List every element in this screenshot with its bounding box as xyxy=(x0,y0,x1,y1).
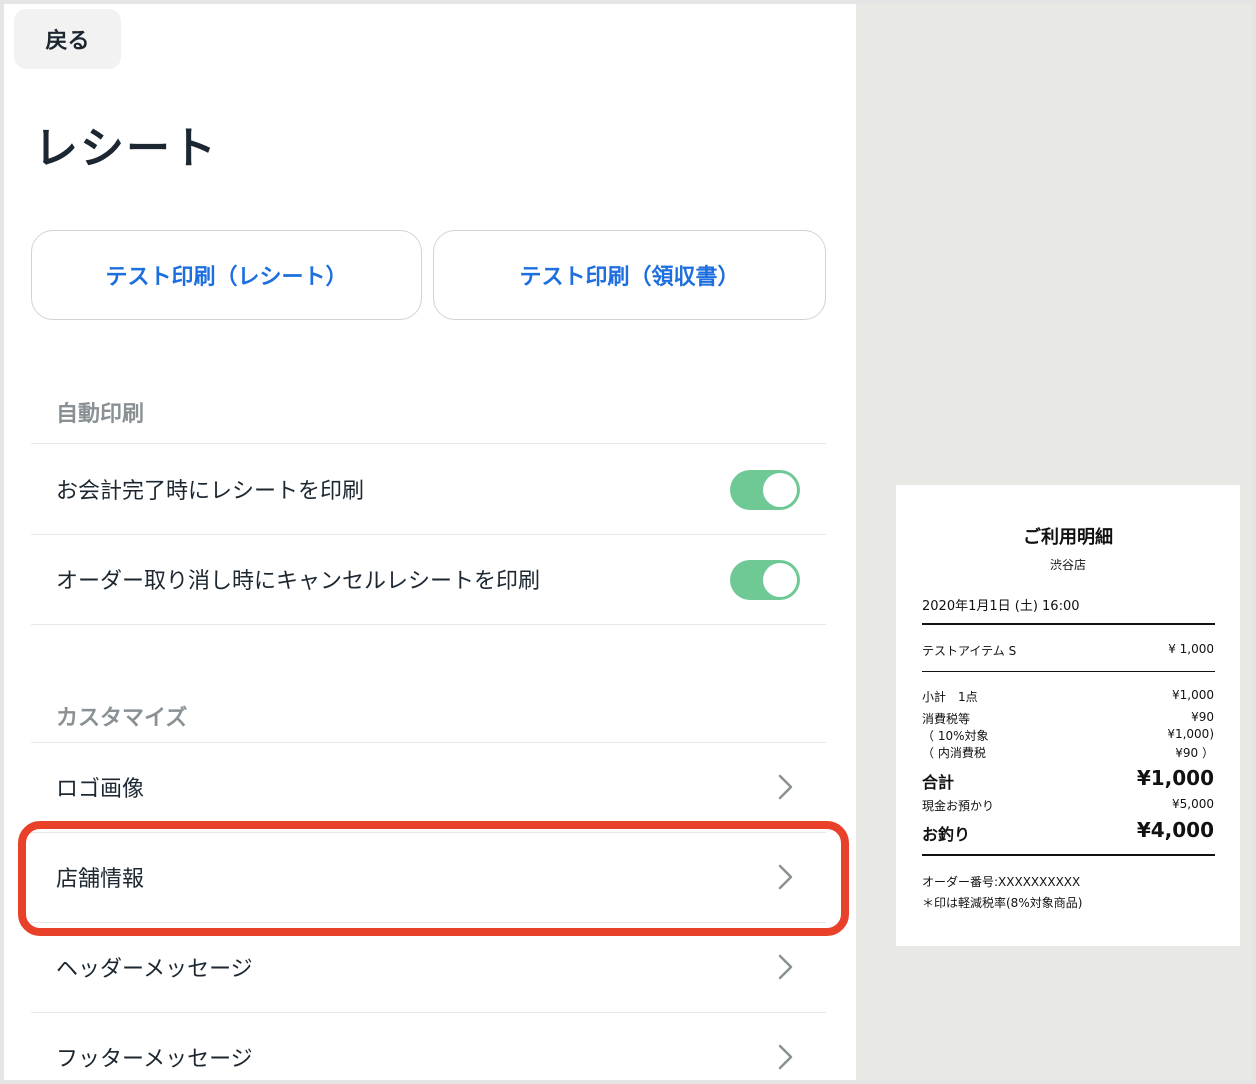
row-label: ヘッダーメッセージ xyxy=(56,957,253,982)
auto-print-row-cancel[interactable]: オーダー取り消し時にキャンセルレシートを印刷 xyxy=(31,535,826,623)
customize-row-header-message[interactable]: ヘッダーメッセージ xyxy=(31,923,826,1011)
receipt-order-number: オーダー番号:XXXXXXXXXX xyxy=(922,875,1081,889)
row-label: 店舗情報 xyxy=(56,867,145,892)
chevron-right-icon xyxy=(778,954,793,980)
receipt-rule xyxy=(922,623,1215,625)
row-label: フッターメッセージ xyxy=(56,1047,253,1072)
receipt-note: ＊印は軽減税率(8%対象商品) xyxy=(922,896,1083,910)
receipt-tax-label: 消費税等 xyxy=(922,712,971,726)
receipt-shop-name: 渋谷店 xyxy=(1049,558,1086,572)
chevron-right-icon xyxy=(778,1044,793,1070)
cancel-print-toggle[interactable] xyxy=(730,560,800,600)
divider xyxy=(31,443,826,444)
receipt-title: ご利用明細 xyxy=(1023,527,1113,548)
receipt-total-value: ¥1,000 xyxy=(1136,766,1214,790)
row-label: お会計完了時にレシートを印刷 xyxy=(56,479,365,504)
checkout-print-toggle[interactable] xyxy=(730,470,800,510)
customize-row-footer-message[interactable]: フッターメッセージ xyxy=(31,1013,826,1080)
section-header-customize: カスタマイズ xyxy=(56,706,188,731)
receipt-item-name: テストアイテム S xyxy=(922,644,1017,658)
receipt-change-label: お釣り xyxy=(922,825,971,844)
receipt-tax-inner-label: （ 内消費税 xyxy=(922,746,986,760)
receipt-tax-target-value: ¥1,000) xyxy=(1167,727,1214,741)
receipt-rule xyxy=(922,854,1215,856)
receipt-item-price: ¥ 1,000 xyxy=(1168,642,1214,656)
receipt-total-label: 合計 xyxy=(922,773,955,792)
row-label: ロゴ画像 xyxy=(56,777,145,802)
section-header-auto-print: 自動印刷 xyxy=(56,402,145,427)
toggle-knob xyxy=(763,473,797,507)
receipt-tax-target-label: （ 10%対象 xyxy=(922,729,989,743)
row-label: オーダー取り消し時にキャンセルレシートを印刷 xyxy=(56,569,541,594)
chevron-right-icon xyxy=(778,774,793,800)
settings-panel: 戻る レシート テスト印刷（レシート） テスト印刷（領収書） 自動印刷 お会計完… xyxy=(4,4,856,1080)
receipt-change-value: ¥4,000 xyxy=(1136,818,1214,842)
divider xyxy=(31,624,826,625)
receipt-cash-label: 現金お預かり xyxy=(922,799,995,813)
receipt-rule xyxy=(922,671,1215,672)
test-print-invoice-button[interactable]: テスト印刷（領収書） xyxy=(433,230,826,320)
app-window: 戻る レシート テスト印刷（レシート） テスト印刷（領収書） 自動印刷 お会計完… xyxy=(0,0,1256,1084)
receipt-tax-value: ¥90 xyxy=(1191,710,1214,724)
receipt-subtotal-value: ¥1,000 xyxy=(1172,688,1214,702)
receipt-tax-inner-value: ¥90 ） xyxy=(1175,746,1214,760)
receipt-datetime: 2020年1月1日 (土) 16:00 xyxy=(922,599,1080,614)
receipt-cash-value: ¥5,000 xyxy=(1172,797,1214,811)
page-title: レシート xyxy=(34,123,218,174)
back-button[interactable]: 戻る xyxy=(14,9,121,69)
customize-row-shop-info[interactable]: 店舗情報 xyxy=(31,833,826,921)
chevron-right-icon xyxy=(778,864,793,890)
toggle-knob xyxy=(763,563,797,597)
customize-row-logo[interactable]: ロゴ画像 xyxy=(31,743,826,831)
receipt-preview: ご利用明細 渋谷店 2020年1月1日 (土) 16:00 テストアイテム S … xyxy=(896,485,1240,946)
auto-print-row-checkout[interactable]: お会計完了時にレシートを印刷 xyxy=(31,445,826,533)
test-print-receipt-button[interactable]: テスト印刷（レシート） xyxy=(31,230,422,320)
receipt-subtotal-label: 小計 1点 xyxy=(922,690,978,704)
